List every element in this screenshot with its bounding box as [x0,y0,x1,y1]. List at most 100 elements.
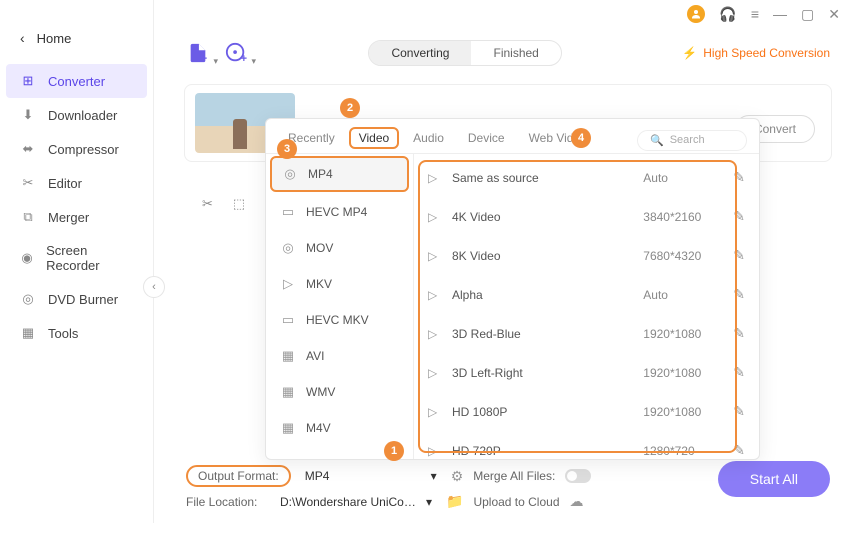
tab-converting[interactable]: Converting [369,41,471,65]
preset-name: 3D Left-Right [452,366,643,380]
menu-icon[interactable]: ≡ [751,6,759,22]
edit-icon[interactable]: ✎ [733,286,745,303]
sidebar-item-compressor[interactable]: ⬌Compressor [0,132,153,166]
sidebar: ‹ Home ⊞Converter ⬇Downloader ⬌Compresso… [0,0,154,523]
edit-icon[interactable]: ✎ [733,169,745,186]
format-label: M4V [306,421,331,435]
location-dropdown[interactable]: D:\Wondershare UniConverter 1 ▾ [276,495,436,509]
chevron-down-icon: ▾ [426,495,432,509]
format-list: ◎MP4 ▭HEVC MP4 ◎MOV ▷MKV ▭HEVC MKV ▦AVI … [266,154,414,459]
sidebar-item-editor[interactable]: ✂ Editor [0,166,153,200]
video-icon: ▷ [428,210,444,224]
bottom-bar: Output Format: MP4 ▾ ⚙ Merge All Files: … [166,459,850,523]
format-avi[interactable]: ▦AVI [266,338,413,374]
add-disc-button[interactable]: + ▾ [224,41,248,65]
preset-row[interactable]: ▷Same as sourceAuto✎ [414,158,759,197]
format-hevc-mp4[interactable]: ▭HEVC MP4 [266,194,413,230]
video-icon: ▷ [428,171,444,185]
sidebar-item-label: Editor [48,176,82,191]
preset-row[interactable]: ▷4K Video3840*2160✎ [414,197,759,236]
svg-text:+: + [241,53,247,64]
converter-icon: ⊞ [20,73,36,89]
preset-res: Auto [643,288,733,302]
add-file-button[interactable]: + ▾ [186,41,210,65]
merge-toggle[interactable] [565,469,591,483]
preset-row[interactable]: ▷AlphaAuto✎ [414,275,759,314]
maximize-icon[interactable]: ▢ [801,6,814,23]
preset-res: 1920*1080 [643,366,733,380]
format-hevc-mkv[interactable]: ▭HEVC MKV [266,302,413,338]
preset-name: Same as source [452,171,643,185]
sidebar-item-converter[interactable]: ⊞Converter [6,64,147,98]
close-icon[interactable]: ✕ [828,6,840,23]
sidebar-item-merger[interactable]: ⧉Merger [0,200,153,234]
headset-icon[interactable]: 🎧 [719,6,736,23]
scissors-icon: ✂ [20,175,36,191]
preset-row[interactable]: ▷8K Video7680*4320✎ [414,236,759,275]
format-mkv[interactable]: ▷MKV [266,266,413,302]
popup-tab-video[interactable]: Video [349,127,399,149]
step-badge-2: 2 [340,98,360,118]
chevron-left-icon: ‹ [20,30,25,46]
sidebar-item-label: DVD Burner [48,292,118,307]
sidebar-item-downloader[interactable]: ⬇Downloader [0,98,153,132]
back-home[interactable]: ‹ Home [0,30,153,64]
minimize-icon[interactable]: — [773,6,787,22]
titlebar: 🎧 ≡ — ▢ ✕ [677,0,850,28]
popup-tab-device[interactable]: Device [458,127,515,153]
location-value: D:\Wondershare UniConverter 1 [280,495,420,509]
edit-icon[interactable]: ✎ [733,364,745,381]
preset-name: 4K Video [452,210,643,224]
video-icon: ▷ [428,249,444,263]
record-icon: ◉ [20,250,34,266]
home-label: Home [37,31,72,46]
format-mp4[interactable]: ◎MP4 [270,156,409,192]
sidebar-item-label: Compressor [48,142,119,157]
preset-name: Alpha [452,288,643,302]
edit-icon[interactable]: ✎ [733,403,745,420]
edit-icon[interactable]: ✎ [733,442,745,459]
popup-search[interactable]: 🔍 Search [637,130,747,151]
format-label: MKV [306,277,332,291]
step-badge-3: 3 [277,139,297,159]
edit-icon[interactable]: ✎ [733,325,745,342]
cloud-icon[interactable]: ☁ [570,493,584,510]
preset-row[interactable]: ▷HD 1080P1920*1080✎ [414,392,759,431]
high-speed-toggle[interactable]: ⚡ High Speed Conversion [682,46,830,60]
edit-icon[interactable]: ✎ [733,247,745,264]
preset-row[interactable]: ▷HD 720P1280*720✎ [414,431,759,459]
folder-icon[interactable]: 📁 [446,493,463,510]
sidebar-item-tools[interactable]: ▦Tools [0,316,153,350]
video-icon: ▷ [428,327,444,341]
search-icon: 🔍 [650,134,664,147]
merge-icon: ⧉ [20,209,36,225]
video-icon: ▷ [428,405,444,419]
output-format-area[interactable]: Output Format: [186,465,291,487]
output-value: MP4 [305,469,330,483]
edit-icon[interactable]: ✎ [733,208,745,225]
sidebar-item-label: Downloader [48,108,117,123]
top-toolbar: + ▾ + ▾ Converting Finished ⚡ High Speed… [166,34,850,76]
format-mov[interactable]: ◎MOV [266,230,413,266]
sidebar-item-dvd-burner[interactable]: ◎ DVD Burner [0,282,153,316]
output-format-dropdown[interactable]: MP4 ▾ [301,469,441,483]
popup-tabs: Recently Video Audio Device Web Video 🔍 … [266,119,759,154]
start-all-button[interactable]: Start All [718,461,830,497]
popup-body: ◎MP4 ▭HEVC MP4 ◎MOV ▷MKV ▭HEVC MKV ▦AVI … [266,154,759,459]
preset-row[interactable]: ▷3D Red-Blue1920*1080✎ [414,314,759,353]
grid-icon: ▦ [20,325,36,341]
sidebar-item-screen-recorder[interactable]: ◉ Screen Recorder [0,234,153,282]
tab-finished[interactable]: Finished [471,41,560,65]
gear-icon[interactable]: ⚙ [451,468,464,485]
hsc-label: High Speed Conversion [703,46,830,60]
location-label: File Location: [186,495,266,509]
format-wmv[interactable]: ▦WMV [266,374,413,410]
popup-tab-audio[interactable]: Audio [403,127,454,153]
status-segment: Converting Finished [368,40,561,66]
user-avatar[interactable] [687,5,705,23]
disc-icon: ◎ [20,291,36,307]
film-icon: ▦ [280,384,296,400]
sidebar-item-label: Screen Recorder [46,243,133,273]
preset-row[interactable]: ▷3D Left-Right1920*1080✎ [414,353,759,392]
sidebar-collapse-handle[interactable]: ‹ [143,276,165,298]
